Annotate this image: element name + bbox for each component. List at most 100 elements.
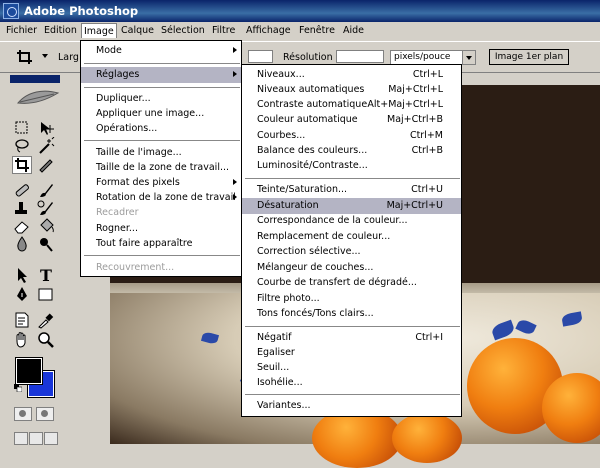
healing-brush-icon[interactable] xyxy=(12,181,32,199)
menu-item-teinte-saturation[interactable]: Teinte/Saturation... Ctrl+U xyxy=(242,182,461,198)
menu-item-mode[interactable]: Mode xyxy=(81,43,241,59)
standard-mode-icon[interactable] xyxy=(14,407,32,421)
toolbox-titlebar[interactable] xyxy=(10,75,60,83)
front-image-button[interactable]: Image 1er plan xyxy=(489,49,569,65)
hand-icon[interactable] xyxy=(12,331,32,349)
image-menu: Mode Réglages Dupliquer... Appliquer une… xyxy=(80,40,242,277)
clone-stamp-icon[interactable] xyxy=(12,199,32,217)
feather-logo-icon[interactable] xyxy=(10,87,62,109)
blur-icon[interactable] xyxy=(12,235,32,253)
menu-selection[interactable]: Sélection xyxy=(159,25,207,36)
menu-item-tons-fonces-clairs[interactable]: Tons foncés/Tons clairs... xyxy=(242,306,461,322)
menu-item-contraste-auto[interactable]: Contraste automatique Alt+Maj+Ctrl+L xyxy=(242,97,461,113)
window-title: Adobe Photoshop xyxy=(24,4,139,18)
menu-item-correspondance-couleur[interactable]: Correspondance de la couleur... xyxy=(242,213,461,229)
menu-item-niveaux[interactable]: Niveaux... Ctrl+L xyxy=(242,67,461,83)
photoshop-app-icon[interactable] xyxy=(3,3,19,19)
orange-image xyxy=(392,413,462,463)
resolution-field[interactable] xyxy=(336,50,384,63)
menu-item-tout-faire-apparaitre[interactable]: Tout faire apparaître xyxy=(81,236,241,252)
menu-item-shortcut: Ctrl+B xyxy=(411,145,443,156)
menu-item-appliquer-image[interactable]: Appliquer une image... xyxy=(81,106,241,122)
paint-bucket-icon[interactable] xyxy=(36,217,56,235)
dodge-icon[interactable] xyxy=(36,235,56,253)
path-select-icon[interactable] xyxy=(12,266,32,284)
menu-filtre[interactable]: Filtre xyxy=(210,25,237,36)
menu-item-rogner[interactable]: Rogner... xyxy=(81,221,241,237)
menu-separator xyxy=(84,63,240,64)
menu-item-desaturation[interactable]: Désaturation Maj+Ctrl+U xyxy=(242,198,461,214)
resolution-unit-select[interactable]: pixels/pouce xyxy=(390,50,476,65)
menu-item-label: Seuil... xyxy=(257,362,290,373)
lasso-icon[interactable] xyxy=(12,137,32,155)
menu-affichage[interactable]: Affichage xyxy=(244,25,293,36)
menu-item-melangeur-couches[interactable]: Mélangeur de couches... xyxy=(242,260,461,276)
menu-item-correction-selective[interactable]: Correction sélective... xyxy=(242,244,461,260)
menu-item-label: Contraste automatique xyxy=(257,99,368,110)
menu-item-niveaux-auto[interactable]: Niveaux automatiques Maj+Ctrl+L xyxy=(242,82,461,98)
menu-item-label: Courbe de transfert de dégradé... xyxy=(257,277,417,288)
magic-wand-icon[interactable] xyxy=(36,137,56,155)
quick-mask-mode-icon[interactable] xyxy=(36,407,54,421)
menu-item-negatif[interactable]: Négatif Ctrl+I xyxy=(242,330,461,346)
menu-separator xyxy=(84,140,240,141)
rectangle-icon[interactable] xyxy=(36,285,56,303)
height-field[interactable] xyxy=(248,50,273,63)
menu-item-dupliquer[interactable]: Dupliquer... xyxy=(81,91,241,107)
standard-screen-icon[interactable] xyxy=(14,432,28,445)
eraser-icon[interactable] xyxy=(12,217,32,235)
tool-preset-dropdown-icon[interactable] xyxy=(42,54,48,58)
menu-item-taille-image[interactable]: Taille de l'image... xyxy=(81,145,241,161)
menu-item-rotation-zone-travail[interactable]: Rotation de la zone de travail xyxy=(81,190,241,206)
type-icon[interactable]: T xyxy=(36,266,56,284)
menu-fenetre[interactable]: Fenêtre xyxy=(297,25,337,36)
move-icon[interactable] xyxy=(36,119,56,137)
menu-item-label: Mode xyxy=(96,45,122,56)
menu-aide[interactable]: Aide xyxy=(341,25,366,36)
submenu-arrow-icon xyxy=(233,179,237,185)
menu-edition[interactable]: Edition xyxy=(42,25,79,36)
menu-item-label: Réglages xyxy=(96,69,140,80)
crop-tool-icon[interactable] xyxy=(12,156,32,174)
menu-item-courbes[interactable]: Courbes... Ctrl+M xyxy=(242,128,461,144)
full-screen-menu-icon[interactable] xyxy=(29,432,43,445)
menu-item-shortcut: Ctrl+I xyxy=(415,332,443,343)
foreground-color-swatch[interactable] xyxy=(15,357,43,385)
pen-icon[interactable] xyxy=(12,285,32,303)
menu-item-isohelie[interactable]: Isohélie... xyxy=(242,375,461,391)
menu-item-luminosite-contraste[interactable]: Luminosité/Contraste... xyxy=(242,158,461,174)
menu-item-seuil[interactable]: Seuil... xyxy=(242,360,461,376)
menu-item-label: Courbes... xyxy=(257,130,306,141)
history-brush-icon[interactable] xyxy=(36,199,56,217)
menu-item-taille-zone-travail[interactable]: Taille de la zone de travail... xyxy=(81,160,241,176)
slice-icon[interactable] xyxy=(36,156,56,174)
menu-item-reglages[interactable]: Réglages xyxy=(81,67,241,83)
menu-item-remplacement-couleur[interactable]: Remplacement de couleur... xyxy=(242,229,461,245)
menu-item-variantes[interactable]: Variantes... xyxy=(242,398,461,414)
zoom-icon[interactable] xyxy=(36,331,56,349)
menu-calque[interactable]: Calque xyxy=(119,25,156,36)
menu-image[interactable]: Image xyxy=(81,23,117,38)
menu-separator xyxy=(84,87,240,88)
menu-item-shortcut: Maj+Ctrl+L xyxy=(388,84,443,95)
menu-item-filtre-photo[interactable]: Filtre photo... xyxy=(242,291,461,307)
menu-item-operations[interactable]: Opérations... xyxy=(81,121,241,137)
crop-icon[interactable] xyxy=(14,48,38,66)
menu-item-label: Format des pixels xyxy=(96,177,180,188)
eyedropper-icon[interactable] xyxy=(36,311,56,329)
marquee-icon[interactable] xyxy=(12,119,32,137)
menu-item-couleur-auto[interactable]: Couleur automatique Maj+Ctrl+B xyxy=(242,112,461,128)
notes-icon[interactable] xyxy=(12,311,32,329)
menu-item-format-pixels[interactable]: Format des pixels xyxy=(81,175,241,191)
default-colors-icon[interactable] xyxy=(14,384,23,393)
menu-item-recouvrement: Recouvrement... xyxy=(81,260,241,276)
menu-fichier[interactable]: Fichier xyxy=(4,25,39,36)
brush-icon[interactable] xyxy=(36,181,56,199)
chevron-down-icon xyxy=(462,51,475,64)
menu-item-label: Appliquer une image... xyxy=(96,108,205,119)
full-screen-icon[interactable] xyxy=(44,432,58,445)
menu-item-egaliser[interactable]: Egaliser xyxy=(242,345,461,361)
menu-item-balance-couleurs[interactable]: Balance des couleurs... Ctrl+B xyxy=(242,143,461,159)
menu-item-label: Couleur automatique xyxy=(257,114,358,125)
menu-item-courbe-transfert-degrade[interactable]: Courbe de transfert de dégradé... xyxy=(242,275,461,291)
